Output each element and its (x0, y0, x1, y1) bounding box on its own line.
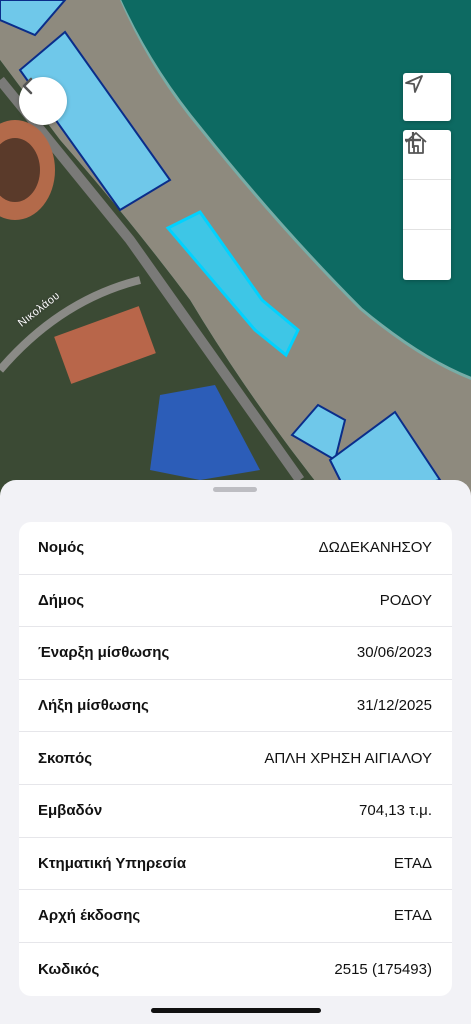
navigation-arrow-icon (405, 75, 423, 93)
detail-row-issuing-authority: Αρχή έκδοσης ΕΤΑΔ (19, 890, 452, 943)
detail-row-lease-end: Λήξη μίσθωσης 31/12/2025 (19, 680, 452, 733)
detail-row-code: Κωδικός 2515 (175493) (19, 943, 452, 996)
detail-row-prefecture: Νομός ΔΩΔΕΚΑΝΗΣΟΥ (19, 522, 452, 575)
locate-button[interactable] (403, 73, 451, 121)
detail-value: ΑΠΛΗ ΧΡΗΣΗ ΑΙΓΙΑΛΟΥ (264, 749, 432, 767)
detail-label: Σκοπός (38, 749, 93, 767)
detail-label: Λήξη μίσθωσης (38, 697, 149, 715)
map-controls (403, 130, 451, 280)
detail-label: Εμβαδόν (38, 802, 103, 820)
detail-value: ΕΤΑΔ (393, 854, 432, 872)
home-button[interactable] (403, 132, 451, 230)
drag-handle[interactable] (213, 487, 257, 492)
details-sheet[interactable]: Νομός ΔΩΔΕΚΑΝΗΣΟΥ Δήμος ΡΟΔΟΥ Έναρξη μίσ… (0, 480, 471, 1024)
detail-row-area: Εμβαδόν 704,13 τ.μ. (19, 785, 452, 838)
detail-label: Κτηματική Υπηρεσία (38, 854, 187, 872)
detail-value: 31/12/2025 (356, 697, 432, 715)
detail-value: 30/06/2023 (356, 644, 432, 662)
home-indicator[interactable] (151, 1008, 321, 1013)
map-view[interactable]: Νικολάου (0, 0, 471, 500)
back-button[interactable] (19, 77, 67, 125)
detail-label: Δήμος (38, 591, 85, 609)
chevron-left-icon (22, 77, 33, 95)
detail-value: 2515 (175493) (334, 960, 432, 978)
detail-row-lease-start: Έναρξη μίσθωσης 30/06/2023 (19, 627, 452, 680)
detail-label: Νομός (38, 539, 85, 557)
detail-value: ΡΟΔΟΥ (379, 591, 432, 609)
detail-row-municipality: Δήμος ΡΟΔΟΥ (19, 575, 452, 628)
detail-value: ΕΤΑΔ (393, 907, 432, 925)
detail-value: ΔΩΔΕΚΑΝΗΣΟΥ (318, 539, 432, 557)
minus-icon (405, 138, 421, 142)
satellite-map (0, 0, 471, 500)
zoom-out-button[interactable] (403, 138, 451, 279)
detail-label: Αρχή έκδοσης (38, 907, 141, 925)
details-card: Νομός ΔΩΔΕΚΑΝΗΣΟΥ Δήμος ΡΟΔΟΥ Έναρξη μίσ… (19, 522, 452, 996)
detail-row-land-service: Κτηματική Υπηρεσία ΕΤΑΔ (19, 838, 452, 891)
detail-label: Κωδικός (38, 960, 100, 978)
detail-value: 704,13 τ.μ. (359, 802, 432, 820)
detail-row-purpose: Σκοπός ΑΠΛΗ ΧΡΗΣΗ ΑΙΓΙΑΛΟΥ (19, 732, 452, 785)
detail-label: Έναρξη μίσθωσης (38, 644, 170, 662)
